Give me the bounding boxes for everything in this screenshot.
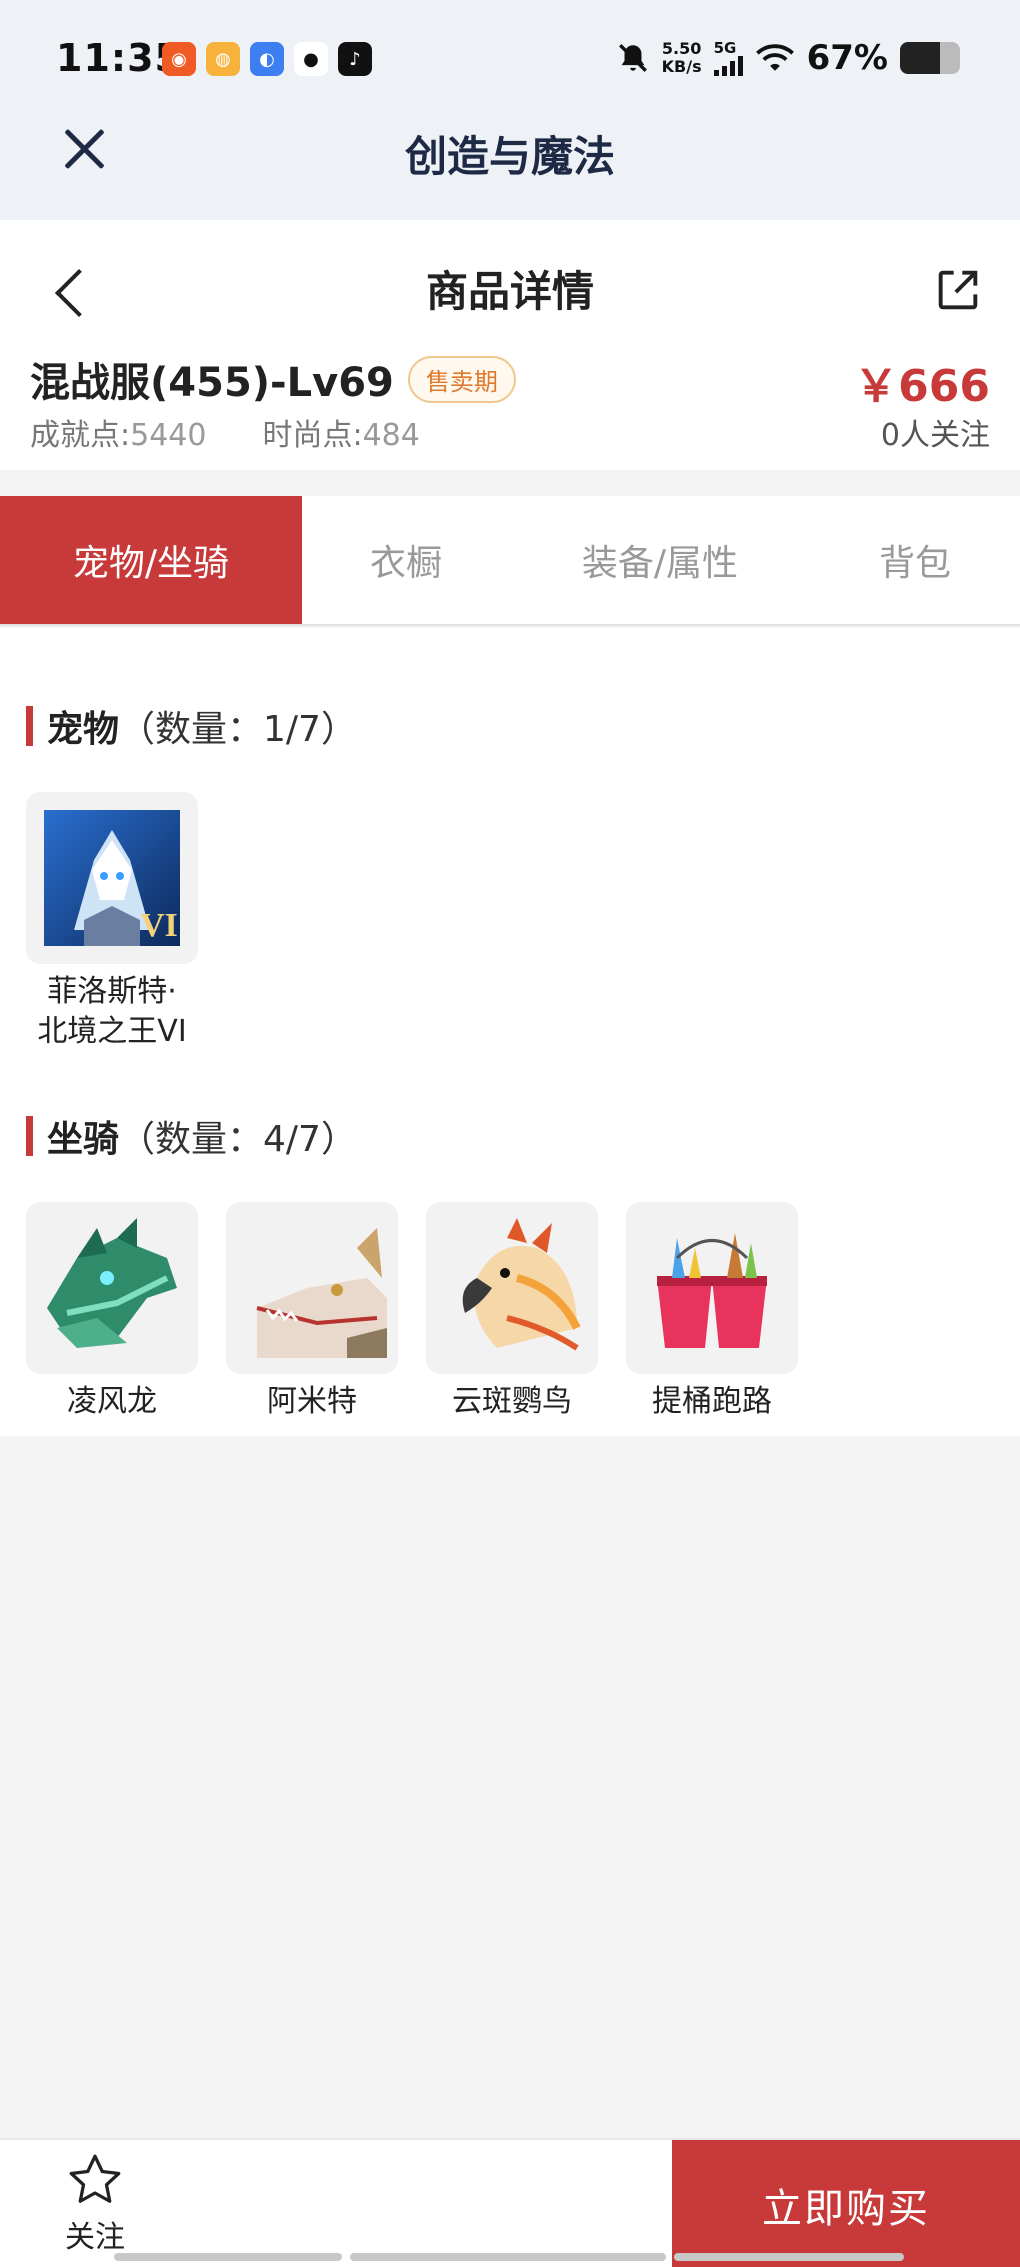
- buy-now-button[interactable]: 立即购买: [672, 2140, 1020, 2267]
- bucket-mount-image: [657, 1233, 767, 1348]
- fashion-label: 时尚点:: [262, 418, 363, 453]
- achievement-points: 成就点:5440: [30, 410, 206, 454]
- fashion-value: 484: [362, 418, 420, 453]
- wolf-pet-image: VI: [44, 810, 180, 946]
- page-title: 商品详情: [425, 267, 594, 316]
- section-accent-bar: [26, 1116, 33, 1156]
- mount-item[interactable]: 云斑鹦鸟: [426, 1202, 598, 1422]
- follow-label: 关注: [65, 2220, 125, 2255]
- product-name: 混战服(455)-Lv69 售卖期: [30, 350, 516, 408]
- status-bar: 11:35 ◉ ◍ ◐ ● ♪ 5.50 KB/s 5G 67%: [0, 0, 1020, 120]
- followers-count: 0人关注: [880, 418, 990, 453]
- browser-app-icon: ◐: [250, 42, 284, 76]
- mount-item[interactable]: 提桶跑路: [626, 1202, 798, 1422]
- weibo-app-icon: ◍: [206, 42, 240, 76]
- mount-thumbnail: [26, 1202, 198, 1374]
- tiktok-app-icon: ♪: [338, 42, 372, 76]
- achievement-label: 成就点:: [30, 418, 131, 453]
- mount-thumbnail: [426, 1202, 598, 1374]
- bottom-action-bar: 关注 立即购买: [0, 2138, 1020, 2267]
- pet-name: 菲洛斯特· 北境之王VI: [37, 972, 186, 1052]
- network-type: 5G: [713, 38, 737, 57]
- mount-name: 阿米特: [267, 1384, 357, 1419]
- pets-section-title: 宠物 （数量：1/7）: [26, 700, 357, 752]
- wifi-icon: [755, 44, 794, 71]
- mount-item[interactable]: 阿米特: [226, 1202, 398, 1422]
- mounts-title: 坐骑: [47, 1119, 120, 1160]
- title-bar: 创造与魔法: [0, 115, 1020, 220]
- pet-name-line1: 菲洛斯特·: [47, 974, 177, 1009]
- price: ￥666: [854, 361, 990, 412]
- star-icon: [69, 2154, 121, 2203]
- fashion-points: 时尚点:484: [262, 410, 419, 454]
- qq-app-icon: ●: [294, 42, 328, 76]
- achievement-value: 5440: [130, 418, 207, 453]
- product-title: 混战服(455)-Lv69: [30, 360, 394, 406]
- pets-grid: VI 菲洛斯特· 北境之王VI: [26, 792, 198, 1052]
- dragon-mount-image: [47, 1218, 177, 1348]
- tab-equipment-attributes[interactable]: 装备/属性: [510, 496, 810, 624]
- vi-badge: VI: [140, 907, 178, 944]
- signal-icon: [713, 55, 743, 76]
- notification-icons: ◉ ◍ ◐ ● ♪: [162, 42, 372, 76]
- mount-thumbnail: [226, 1202, 398, 1374]
- mount-thumbnail: [626, 1202, 798, 1374]
- window-title: 创造与魔法: [404, 132, 615, 181]
- crocodile-mount-image: [256, 1228, 387, 1358]
- pets-title: 宠物: [47, 709, 120, 750]
- content-panel: 宠物 （数量：1/7） VI 菲洛斯特· 北境之王VI 坐骑 （数量：4/7） …: [0, 628, 1020, 1436]
- net-speed-value: 5.50: [661, 39, 702, 58]
- mount-name: 提桶跑路: [652, 1384, 772, 1419]
- pet-thumbnail: VI: [26, 792, 198, 964]
- pets-count: （数量：1/7）: [119, 709, 357, 750]
- net-speed: 5.50 KB/s: [662, 40, 702, 76]
- points-row: 成就点:5440 时尚点:484: [30, 410, 420, 454]
- kuaishou-app-icon: ◉: [162, 42, 196, 76]
- top-area: 11:35 ◉ ◍ ◐ ● ♪ 5.50 KB/s 5G 67% 创造与魔法: [0, 0, 1020, 220]
- mute-bell-icon: [618, 44, 647, 72]
- battery-icon: [900, 42, 960, 74]
- category-tabs: 宠物/坐骑 衣橱 装备/属性 背包: [0, 496, 1020, 626]
- page-header: 商品详情 混战服(455)-Lv69 售卖期 成就点:5440 时尚点:484 …: [0, 220, 1020, 470]
- tab-wardrobe[interactable]: 衣橱: [302, 496, 510, 624]
- mounts-grid: 凌风龙 阿米特 云斑鹦鸟 提桶跑路: [26, 1202, 798, 1422]
- follow-button[interactable]: 关注: [40, 2150, 150, 2260]
- net-speed-unit: KB/s: [661, 57, 702, 76]
- parrot-mount-image: [462, 1218, 581, 1351]
- home-indicator-segment: [350, 2253, 666, 2261]
- mounts-section-title: 坐骑 （数量：4/7）: [26, 1110, 357, 1162]
- pet-name-line2: 北境之王VI: [37, 1014, 187, 1049]
- home-indicator-segment: [674, 2253, 904, 2261]
- mount-name: 云斑鹦鸟: [452, 1384, 572, 1419]
- section-accent-bar: [26, 706, 33, 746]
- pet-item[interactable]: VI 菲洛斯特· 北境之王VI: [26, 792, 198, 1052]
- share-icon[interactable]: [932, 264, 984, 316]
- mount-name: 凌风龙: [67, 1384, 157, 1419]
- mount-item[interactable]: 凌风龙: [26, 1202, 198, 1422]
- sale-status-badge: 售卖期: [407, 355, 516, 403]
- tab-backpack[interactable]: 背包: [810, 496, 1020, 624]
- status-right: 5.50 KB/s 5G 67%: [616, 38, 960, 78]
- home-indicator-segment: [114, 2253, 342, 2261]
- battery-percent: 67%: [806, 38, 888, 78]
- tab-pets-mounts[interactable]: 宠物/坐骑: [0, 496, 302, 624]
- mounts-count: （数量：4/7）: [119, 1119, 357, 1160]
